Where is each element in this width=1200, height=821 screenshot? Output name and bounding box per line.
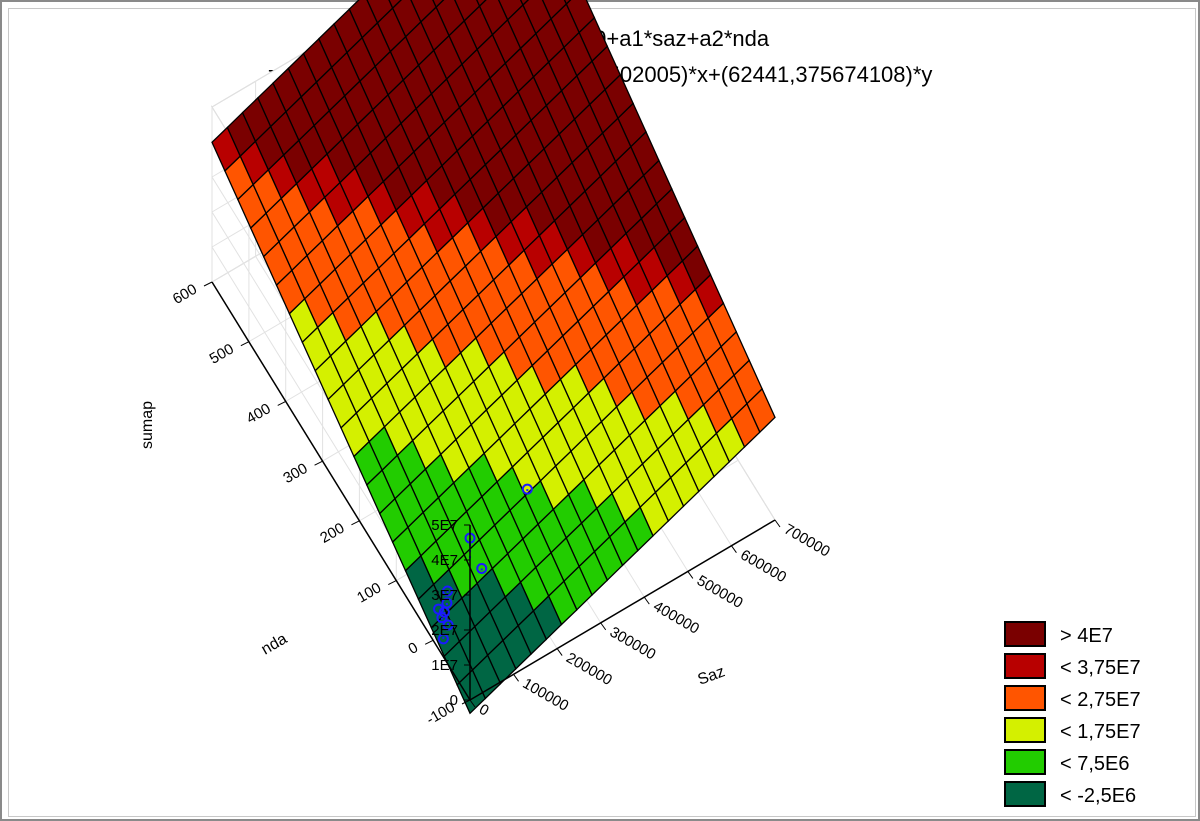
y-tick-mark <box>314 460 323 466</box>
y-tick-label: 100 <box>354 579 384 606</box>
x-tick-mark <box>600 622 607 631</box>
legend-label: < 7,5E6 <box>1060 753 1130 775</box>
legend-swatch <box>1004 653 1046 679</box>
z-tick-label: 4E7 <box>431 552 458 569</box>
y-tick-label: 400 <box>244 400 274 427</box>
surface-chart: Model: sumap=a0+a1*saz+a2*nda z=(2441419… <box>139 0 1141 807</box>
legend-label: < 3,75E7 <box>1060 657 1141 679</box>
z-tick-label: 5E7 <box>431 517 458 534</box>
x-tick-mark <box>731 545 737 554</box>
legend-label: > 4E7 <box>1060 625 1113 647</box>
x-tick-mark <box>556 648 563 656</box>
y-tick-mark <box>240 341 250 347</box>
x-tick-mark <box>513 673 519 682</box>
legend-swatch <box>1004 685 1046 711</box>
x-tick-label: 700000 <box>781 521 833 561</box>
x-tick-label: 100000 <box>520 675 572 715</box>
y-tick-label: 500 <box>207 340 237 367</box>
y-tick-mark <box>351 520 360 526</box>
y-tick-label: 200 <box>317 520 347 547</box>
legend-label: < -2,5E6 <box>1060 785 1136 807</box>
y-tick-mark <box>424 639 434 645</box>
legend-swatch <box>1004 749 1046 775</box>
y-tick-label: 300 <box>280 460 310 487</box>
legend-label: < 1,75E7 <box>1060 721 1141 743</box>
x-tick-label: 200000 <box>563 649 615 689</box>
y-tick-mark <box>277 400 286 406</box>
x-tick-label: 600000 <box>737 546 789 586</box>
x-tick-mark <box>687 571 694 579</box>
x-axis-label: Saz <box>696 663 728 688</box>
z-tick-label: 2E7 <box>431 622 458 639</box>
z-tick-label: 3E7 <box>431 587 458 604</box>
x-tick-mark <box>774 519 781 528</box>
y-axis-label: nda <box>259 630 291 658</box>
y-tick-label: 600 <box>170 281 200 308</box>
x-tick-label: 300000 <box>607 624 659 664</box>
x-tick-label: 500000 <box>694 572 746 612</box>
legend-swatch <box>1004 717 1046 743</box>
legend-swatch <box>1004 781 1046 807</box>
x-tick-label: 400000 <box>650 598 702 638</box>
y-tick-mark <box>388 580 397 586</box>
y-tick-mark <box>203 281 213 287</box>
legend: > 4E7 < 3,75E7 < 2,75E7 < 1,75E7 < 7,5E6 < -2… <box>1004 621 1141 807</box>
legend-label: < 2,75E7 <box>1060 689 1141 711</box>
y-tick-label: 0 <box>405 639 421 658</box>
x-tick-mark <box>643 596 650 605</box>
legend-swatch <box>1004 621 1046 647</box>
z-axis-label: sumap <box>139 401 156 449</box>
